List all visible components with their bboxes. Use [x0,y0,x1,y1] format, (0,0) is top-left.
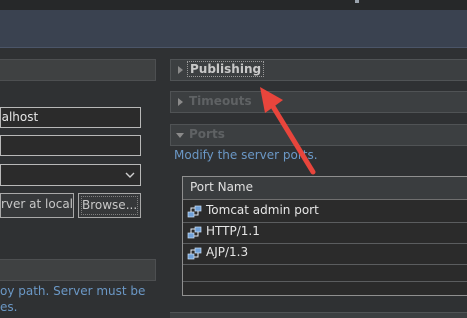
server-location-button[interactable]: rver at locall [0,193,74,218]
host-name-field[interactable]: calhost [0,107,141,128]
network-port-icon [187,247,202,260]
chevron-down-icon [125,172,135,178]
runtime-environment-field[interactable] [0,135,141,156]
port-name: AJP/1.3 [206,245,249,259]
collapse-triangle-icon [176,133,184,138]
window-control-icon [355,0,359,3]
table-row[interactable]: AJP/1.3 [183,243,467,265]
ports-table: Port Name Tomcat admin port HTTP/1.1 AJP… [182,176,467,296]
annotation-arrow-icon [260,87,316,175]
table-row-empty [183,264,467,282]
publishing-section-header[interactable]: Publishing [170,59,467,81]
general-info-section-header[interactable] [0,59,156,81]
port-name: HTTP/1.1 [206,224,260,238]
port-name-column-header: Port Name [190,180,254,194]
timeouts-section-title: Timeouts [189,94,252,108]
expand-triangle-icon [178,98,183,106]
deploy-note-line1: oy path. Server must be [0,284,146,298]
ports-section-title: Ports [189,127,225,141]
server-location-label: rver at locall [1,197,74,211]
window-title-strip [0,0,467,10]
ports-table-header[interactable]: Port Name [183,177,467,200]
table-row[interactable]: Tomcat admin port [183,201,467,223]
editor-header-bar [0,10,467,48]
expand-triangle-icon [178,66,183,74]
configuration-select[interactable] [0,164,141,186]
next-section-header [170,312,467,318]
network-port-icon [187,226,202,239]
network-port-icon [187,205,202,218]
port-name: Tomcat admin port [206,203,319,217]
table-row[interactable]: HTTP/1.1 [183,222,467,244]
publishing-section-title: Publishing [187,61,265,77]
server-locations-section-header[interactable] [0,259,156,281]
browse-button[interactable]: Browse... [78,193,141,218]
browse-button-label: Browse... [81,196,138,215]
host-name-value: calhost [1,110,39,124]
deploy-note-line2: es. [0,300,18,314]
